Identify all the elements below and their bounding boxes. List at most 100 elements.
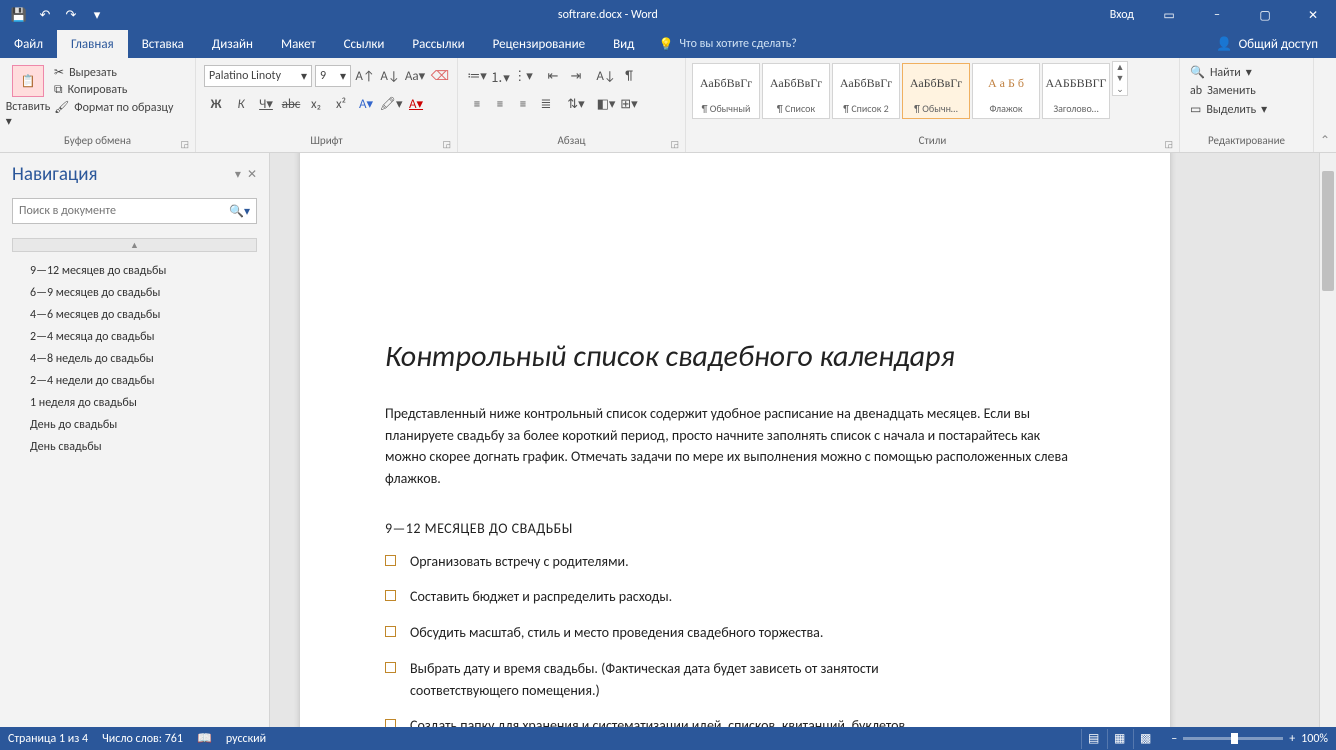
nav-heading-item[interactable]: 2—4 недели до свадьбы — [0, 370, 269, 392]
checklist-item[interactable]: Создать папку для хранения и систематиза… — [385, 715, 1070, 727]
italic-button[interactable]: К — [229, 93, 253, 115]
bullets-icon[interactable]: ≔▾ — [466, 65, 488, 87]
doc-intro[interactable]: Представленный ниже контрольный список с… — [385, 403, 1070, 490]
shading-icon[interactable]: ◧▾ — [595, 93, 617, 115]
spellcheck-icon[interactable]: 📖 — [197, 731, 212, 746]
undo-icon[interactable]: ↶ — [34, 4, 56, 26]
collapse-ribbon-icon[interactable]: ⌃ — [1320, 133, 1330, 148]
change-case-icon[interactable]: Aa▾ — [404, 65, 426, 87]
nav-close-icon[interactable]: ✕ — [247, 167, 257, 182]
sort-icon[interactable]: A↓ — [595, 65, 617, 87]
bold-button[interactable]: Ж — [204, 93, 228, 115]
doc-title[interactable]: Контрольный список свадебного календаря — [385, 338, 1070, 375]
style-card[interactable]: АаБбВвГг¶ Список 2 — [832, 63, 900, 119]
numbering-icon[interactable]: ⒈▾ — [489, 65, 511, 87]
nav-jump-top-icon[interactable]: ▲ — [12, 238, 257, 252]
tab-дизайн[interactable]: Дизайн — [198, 30, 267, 58]
checkbox-icon[interactable] — [385, 590, 396, 601]
strike-button[interactable]: abc — [279, 93, 303, 115]
checklist-text[interactable]: Составить бюджет и распределить расходы. — [410, 586, 910, 608]
vertical-scrollbar[interactable] — [1319, 153, 1336, 727]
style-card[interactable]: АаБбВвГг¶ Обычн… — [902, 63, 970, 119]
shrink-font-icon[interactable]: A↓ — [379, 65, 401, 87]
nav-heading-item[interactable]: День свадьбы — [0, 436, 269, 458]
dialog-launcher-icon[interactable]: ◲ — [1164, 139, 1173, 150]
checkbox-icon[interactable] — [385, 626, 396, 637]
checklist-item[interactable]: Обсудить масштаб, стиль и место проведен… — [385, 622, 1070, 644]
read-mode-icon[interactable]: ▤ — [1081, 729, 1105, 749]
font-name-combo[interactable]: Palatino Linoty▾ — [204, 65, 312, 87]
qat-customize-icon[interactable]: ▾ — [86, 4, 108, 26]
checklist-item[interactable]: Организовать встречу с родителями. — [385, 551, 1070, 573]
checkbox-icon[interactable] — [385, 555, 396, 566]
multilevel-icon[interactable]: ⋮▾ — [512, 65, 534, 87]
tab-главная[interactable]: Главная — [57, 30, 128, 58]
zoom-out-icon[interactable]: – — [1171, 732, 1177, 746]
grow-font-icon[interactable]: A↑ — [354, 65, 376, 87]
tab-макет[interactable]: Макет — [267, 30, 330, 58]
format-painter-button[interactable]: 🖌Формат по образцу — [54, 100, 173, 115]
style-card[interactable]: ААББВВГГЗаголово… — [1042, 63, 1110, 119]
checklist-text[interactable]: Обсудить масштаб, стиль и место проведен… — [410, 622, 910, 644]
share-button[interactable]: 👤 Общий доступ — [1208, 30, 1326, 58]
justify-icon[interactable]: ≣ — [535, 93, 557, 115]
paste-button[interactable]: 📋 Вставить▾ — [4, 61, 52, 129]
tell-me-search[interactable]: 💡 Что вы хотите сделать? — [648, 30, 806, 58]
close-button[interactable]: ✕ — [1290, 0, 1336, 30]
zoom-slider[interactable]: – + 100% — [1171, 732, 1328, 746]
decrease-indent-icon[interactable]: ⇤ — [542, 65, 564, 87]
cut-button[interactable]: ✂Вырезать — [54, 65, 173, 80]
superscript-button[interactable]: x² — [329, 93, 353, 115]
font-color-icon[interactable]: A▾ — [404, 93, 428, 115]
style-card[interactable]: АаБбВвГг¶ Список — [762, 63, 830, 119]
nav-search-input[interactable]: 🔍▾ — [12, 198, 257, 224]
clear-format-icon[interactable]: ⌫ — [429, 65, 451, 87]
redo-icon[interactable]: ↷ — [60, 4, 82, 26]
nav-heading-item[interactable]: 6—9 месяцев до свадьбы — [0, 282, 269, 304]
word-count[interactable]: Число слов: 761 — [102, 732, 183, 746]
tab-ссылки[interactable]: Ссылки — [330, 30, 399, 58]
underline-button[interactable]: Ч▾ — [254, 93, 278, 115]
maximize-button[interactable]: ▢ — [1242, 0, 1288, 30]
tab-рассылки[interactable]: Рассылки — [398, 30, 478, 58]
checklist-text[interactable]: Организовать встречу с родителями. — [410, 551, 910, 573]
borders-icon[interactable]: ⊞▾ — [618, 93, 640, 115]
increase-indent-icon[interactable]: ⇥ — [565, 65, 587, 87]
document-area[interactable]: Контрольный список свадебного календаря … — [270, 153, 1336, 727]
minimize-button[interactable]: – — [1194, 0, 1240, 30]
style-card[interactable]: АаБбВвГг¶ Обычный — [692, 63, 760, 119]
style-card[interactable]: А а Б бФлажок — [972, 63, 1040, 119]
line-spacing-icon[interactable]: ⇅▾ — [565, 93, 587, 115]
align-center-icon[interactable]: ≡ — [489, 93, 511, 115]
doc-heading[interactable]: 9—12 МЕСЯЦЕВ ДО СВАДЬБЫ — [385, 520, 1070, 537]
nav-heading-item[interactable]: День до свадьбы — [0, 414, 269, 436]
show-marks-icon[interactable]: ¶ — [618, 65, 640, 87]
dialog-launcher-icon[interactable]: ◲ — [180, 139, 189, 150]
tab-вид[interactable]: Вид — [599, 30, 648, 58]
checkbox-icon[interactable] — [385, 719, 396, 727]
signin-button[interactable]: Вход — [1100, 0, 1144, 30]
font-size-combo[interactable]: 9▾ — [315, 65, 351, 87]
print-layout-icon[interactable]: ▦ — [1107, 729, 1131, 749]
copy-button[interactable]: ⧉Копировать — [54, 83, 173, 97]
nav-heading-item[interactable]: 9—12 месяцев до свадьбы — [0, 260, 269, 282]
styles-more-icon[interactable]: ⌄ — [1113, 84, 1127, 95]
language-button[interactable]: русский — [226, 732, 266, 746]
tab-рецензирование[interactable]: Рецензирование — [479, 30, 599, 58]
save-icon[interactable]: 💾 — [8, 4, 30, 26]
zoom-in-icon[interactable]: + — [1289, 732, 1295, 746]
dialog-launcher-icon[interactable]: ◲ — [670, 139, 679, 150]
align-left-icon[interactable]: ≡ — [466, 93, 488, 115]
checklist-text[interactable]: Выбрать дату и время свадьбы. (Фактическ… — [410, 658, 910, 701]
page-count[interactable]: Страница 1 из 4 — [8, 732, 88, 746]
nav-menu-icon[interactable]: ▾ — [235, 167, 241, 182]
align-right-icon[interactable]: ≡ — [512, 93, 534, 115]
zoom-level[interactable]: 100% — [1301, 732, 1328, 746]
nav-heading-item[interactable]: 2—4 месяца до свадьбы — [0, 326, 269, 348]
nav-heading-item[interactable]: 4—8 недель до свадьбы — [0, 348, 269, 370]
nav-heading-item[interactable]: 4—6 месяцев до свадьбы — [0, 304, 269, 326]
text-effects-icon[interactable]: A▾ — [354, 93, 378, 115]
replace-button[interactable]: abЗаменить — [1190, 84, 1267, 98]
subscript-button[interactable]: x₂ — [304, 93, 328, 115]
checkbox-icon[interactable] — [385, 662, 396, 673]
